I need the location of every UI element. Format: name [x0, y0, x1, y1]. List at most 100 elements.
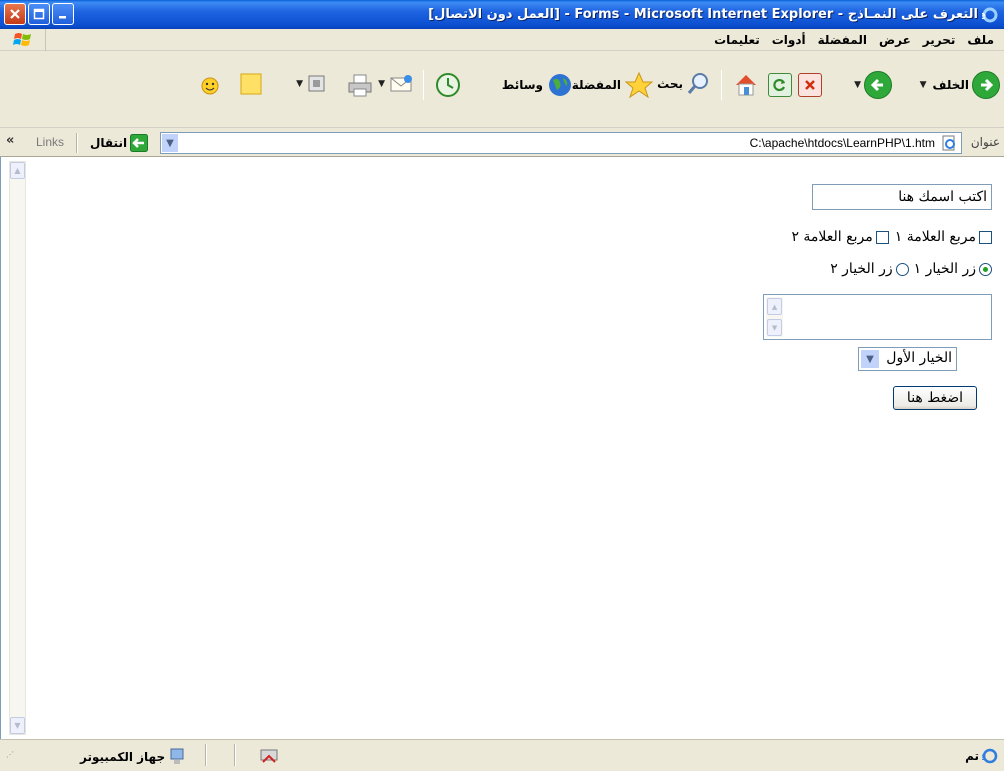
address-value: C:\apache\htdocs\LearnPHP\1.htm	[749, 136, 935, 150]
media-button[interactable]: وسائط	[499, 71, 574, 99]
radio-selected-dot	[983, 266, 988, 272]
menu-edit[interactable]: تحرير	[917, 33, 962, 47]
window-controls	[4, 3, 74, 25]
menu-view[interactable]: عرض	[873, 33, 917, 47]
go-label: انتقال	[90, 136, 128, 150]
textarea-scroll-down-icon[interactable]: ▼	[767, 319, 782, 336]
mail-dropdown-icon[interactable]: ▼	[378, 79, 385, 89]
submit-button[interactable]: اضغط هنا	[893, 386, 977, 410]
history-button[interactable]	[434, 71, 462, 99]
checkbox-1[interactable]	[979, 230, 992, 244]
forward-button[interactable]: ▼	[851, 71, 892, 99]
refresh-icon	[768, 73, 792, 97]
checkbox-2[interactable]	[875, 230, 889, 244]
search-icon	[687, 73, 708, 94]
security-zone: جهاز الكمبيوتر	[80, 748, 185, 766]
media-label: وسائط	[501, 78, 543, 92]
radio-row: زر الخيار ١ زر الخيار ٢	[830, 261, 992, 277]
search-button[interactable]: بحث	[654, 71, 712, 97]
edit-dropdown-icon[interactable]: ▼	[296, 79, 303, 89]
messenger-button[interactable]: Y	[190, 71, 220, 99]
ie-icon: e	[982, 7, 998, 22]
toolbar: الخلف ▼ ▼ بحث المفضلة وسائط ▼ ▼	[0, 52, 1004, 128]
stop-icon	[798, 73, 822, 97]
scroll-down-icon[interactable]: ▼	[10, 717, 25, 734]
address-label: عنوان	[970, 135, 1000, 149]
forward-arrow-icon	[864, 71, 892, 99]
print-button[interactable]	[346, 71, 374, 99]
links-button[interactable]: Links	[36, 135, 64, 149]
resize-grip-icon[interactable]: ⋰	[6, 750, 20, 764]
status-separator	[234, 744, 236, 766]
status-done-label: تم	[965, 749, 979, 763]
windows-logo-icon	[0, 29, 46, 51]
links-chevron-icon[interactable]: «	[6, 133, 14, 148]
status-done: e تم	[965, 748, 998, 764]
go-arrow-icon	[130, 134, 149, 152]
printer-icon	[348, 74, 372, 97]
address-field[interactable]: C:\apache\htdocs\LearnPHP\1.htm ▼	[160, 132, 962, 154]
scroll-up-icon[interactable]: ▲	[10, 162, 25, 179]
mail-button[interactable]: ▼	[375, 71, 414, 97]
window-title: التعرف على النمـاذج - Forms - Microsoft …	[428, 7, 978, 22]
ie-status-icon: e	[982, 748, 998, 764]
menu-bar: ملف تحرير عرض المفضلة أدوات تعليمات	[0, 29, 1004, 51]
textarea-scroll-up-icon[interactable]: ▲	[767, 298, 782, 315]
back-label: الخلف	[932, 78, 969, 92]
stop-button[interactable]	[798, 73, 822, 97]
title-bar[interactable]: e التعرف على النمـاذج - Forms - Microsof…	[0, 0, 1004, 29]
search-label: بحث	[657, 77, 683, 91]
network-icon	[260, 749, 278, 763]
status-bar: e تم جهاز الكمبيوتر ⋰	[0, 739, 1004, 771]
radio-1[interactable]	[979, 262, 992, 276]
menu-favorites[interactable]: المفضلة	[812, 33, 873, 47]
radio-2-label: زر الخيار ٢	[830, 261, 893, 277]
favorites-star-icon	[624, 71, 654, 99]
back-dropdown-icon[interactable]: ▼	[920, 80, 927, 90]
media-globe-icon	[549, 74, 571, 96]
refresh-button[interactable]	[768, 73, 792, 97]
messenger-icon: Y	[190, 74, 219, 99]
status-separator	[205, 744, 207, 766]
radio-2[interactable]	[895, 262, 909, 276]
maximize-button[interactable]	[28, 3, 50, 25]
favorites-label: المفضلة	[571, 78, 621, 92]
home-button[interactable]	[732, 71, 760, 99]
menu-help[interactable]: تعليمات	[708, 33, 766, 47]
minimize-icon	[59, 16, 66, 19]
page-content: ▲ ▼ مربع العلامة ١ مربع العلامة ٢ زر الخ…	[0, 157, 1004, 739]
note-button[interactable]	[238, 71, 264, 97]
textarea[interactable]: ▲ ▼	[763, 294, 992, 340]
name-input[interactable]	[812, 184, 992, 210]
option-select[interactable]: الخيار الأول ▼	[858, 347, 957, 371]
computer-icon	[170, 748, 184, 764]
menu-file[interactable]: ملف	[961, 33, 1000, 47]
history-icon	[436, 73, 460, 97]
select-value: الخيار الأول	[886, 350, 952, 366]
svg-text:e: e	[982, 9, 986, 22]
menu-tools[interactable]: أدوات	[766, 33, 812, 47]
links-separator	[76, 133, 78, 153]
checkbox-row: مربع العلامة ١ مربع العلامة ٢	[791, 229, 992, 245]
sticky-note-icon	[240, 73, 262, 95]
go-button[interactable]: انتقال	[90, 134, 149, 152]
toolbar-separator	[721, 70, 722, 100]
edit-button[interactable]: ▼	[293, 73, 328, 95]
select-dropdown-icon[interactable]: ▼	[860, 349, 880, 369]
checkbox-2-label: مربع العلامة ٢	[791, 229, 873, 245]
checkbox-1-label: مربع العلامة ١	[894, 229, 976, 245]
address-dropdown-button[interactable]: ▼	[161, 133, 179, 153]
radio-1-label: زر الخيار ١	[913, 261, 976, 277]
minimize-button[interactable]	[52, 3, 74, 25]
maximize-icon	[33, 8, 45, 20]
favorites-button[interactable]: المفضلة	[569, 71, 654, 99]
textarea-scrollbar[interactable]: ▲ ▼	[766, 297, 783, 337]
close-button[interactable]	[4, 3, 26, 25]
page-icon	[942, 135, 955, 151]
back-button[interactable]: الخلف ▼	[917, 71, 1000, 99]
forward-dropdown-icon[interactable]: ▼	[854, 80, 861, 90]
svg-text:e: e	[982, 752, 986, 763]
address-bar: عنوان C:\apache\htdocs\LearnPHP\1.htm ▼ …	[0, 129, 1004, 157]
vertical-scrollbar[interactable]: ▲ ▼	[9, 161, 26, 735]
svg-text:Y: Y	[190, 74, 191, 99]
